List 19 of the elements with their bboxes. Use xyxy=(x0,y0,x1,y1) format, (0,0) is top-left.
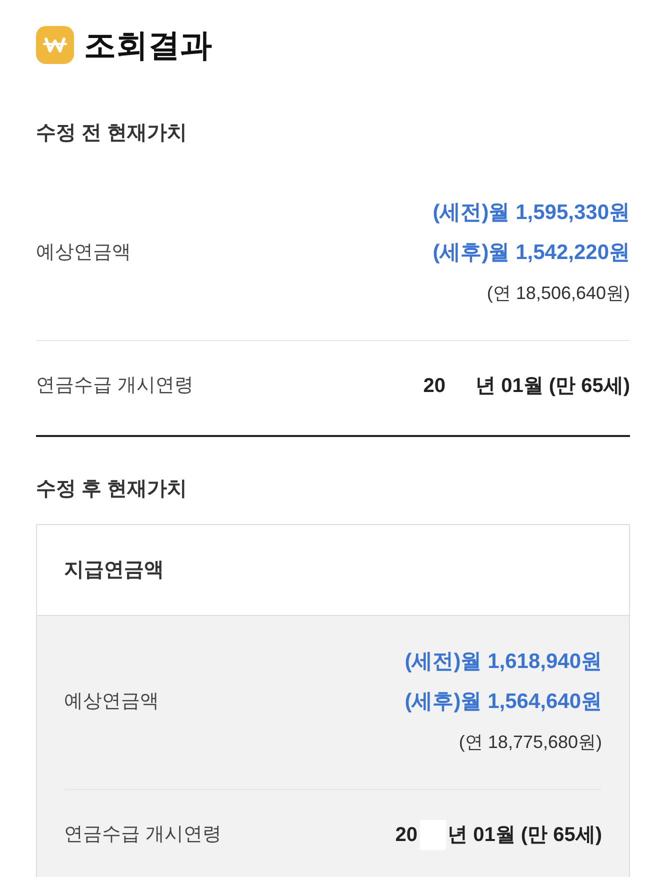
pre-tax-monthly-amount: (세전)월 1,595,330원 xyxy=(432,200,630,226)
page-title: 조회결과 xyxy=(84,26,212,64)
card-title: 지급연금액 xyxy=(64,558,164,583)
start-date-value: 년 01월 (만 65세) xyxy=(448,823,602,848)
post-tax-monthly-amount: (세후)월 1,564,640원 xyxy=(404,689,602,715)
row-label: 연금수급 개시연령 xyxy=(36,374,194,398)
annual-amount: (연 18,506,640원) xyxy=(486,282,630,305)
row-label: 예상연금액 xyxy=(36,241,131,265)
start-date-value: 년 01월 (만 65세) xyxy=(476,374,630,399)
won-sign-icon xyxy=(36,26,74,64)
year-prefix: 20 xyxy=(423,374,446,399)
section-title: 수정 후 현재가치 xyxy=(36,477,188,502)
annual-amount: (연 18,775,680원) xyxy=(458,731,602,754)
row-label: 예상연금액 xyxy=(64,690,159,714)
post-tax-monthly-amount: (세후)월 1,542,220원 xyxy=(432,240,630,266)
section-title: 수정 전 현재가치 xyxy=(36,121,188,146)
pre-tax-monthly-amount: (세전)월 1,618,940원 xyxy=(404,649,602,675)
row-label: 연금수급 개시연령 xyxy=(64,823,222,847)
year-prefix: 20 xyxy=(395,823,418,848)
